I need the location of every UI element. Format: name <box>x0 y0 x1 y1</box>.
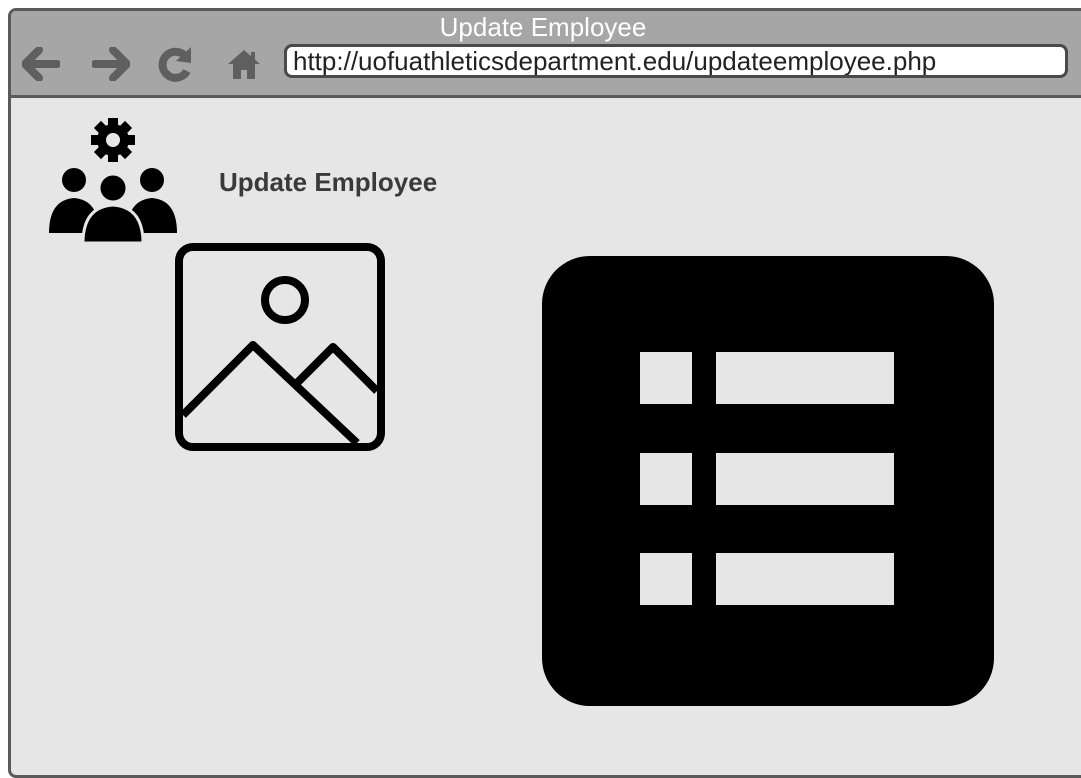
browser-window: Update Employee http://uofuathleticsdepa… <box>8 8 1081 778</box>
image-placeholder-icon[interactable] <box>175 243 385 458</box>
address-bar[interactable]: http://uofuathleticsdepartment.edu/updat… <box>284 44 1068 78</box>
list-icon[interactable] <box>542 256 994 713</box>
window-title: Update Employee <box>439 12 647 42</box>
back-arrow-icon[interactable] <box>19 42 63 86</box>
reload-icon[interactable] <box>153 42 197 86</box>
home-icon[interactable] <box>222 42 266 86</box>
team-settings-icon <box>45 110 181 250</box>
page-content: Update Employee <box>11 98 1081 775</box>
browser-titlebar: Update Employee http://uofuathleticsdepa… <box>11 11 1081 98</box>
forward-arrow-icon[interactable] <box>89 42 133 86</box>
page-title: Update Employee <box>219 167 438 197</box>
